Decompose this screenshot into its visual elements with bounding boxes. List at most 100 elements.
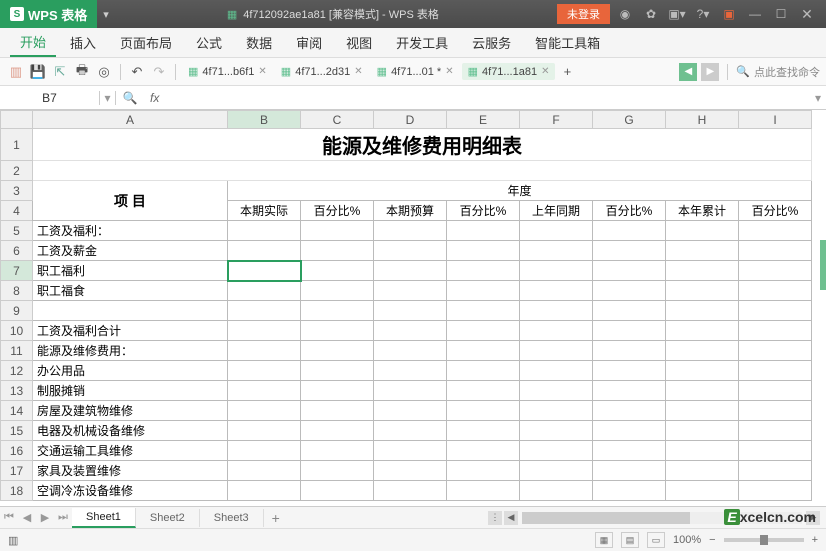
- sheet-tab[interactable]: Sheet1: [72, 508, 136, 528]
- row-header[interactable]: 2: [1, 161, 33, 181]
- tab-close-icon[interactable]: ✕: [445, 66, 453, 77]
- preview-icon[interactable]: ◎: [94, 62, 114, 82]
- close-button[interactable]: ✕: [796, 4, 818, 24]
- sheet-nav-first-icon[interactable]: ⏮: [0, 511, 18, 524]
- data-cell[interactable]: 工资及福利：: [33, 221, 228, 241]
- menu-data[interactable]: 数据: [236, 29, 282, 56]
- doc-tab-3[interactable]: ▦4f71...01 *✕: [371, 63, 460, 80]
- row-header[interactable]: 3: [1, 181, 33, 201]
- col-label[interactable]: 本期预算: [374, 201, 447, 221]
- new-icon[interactable]: ▥: [6, 62, 26, 82]
- add-sheet-icon[interactable]: +: [264, 510, 288, 526]
- tab-close-icon[interactable]: ✕: [541, 66, 549, 77]
- col-label[interactable]: 百分比%: [301, 201, 374, 221]
- login-button[interactable]: 未登录: [557, 4, 610, 24]
- spreadsheet-grid[interactable]: A B C D E F G H I 1能源及维修费用明细表 2 3项 目年度 4…: [0, 110, 826, 506]
- fx-label[interactable]: fx: [144, 91, 165, 105]
- zoom-slider[interactable]: [724, 538, 804, 542]
- row-header[interactable]: 7: [1, 261, 33, 281]
- data-cell[interactable]: [33, 301, 228, 321]
- sheet-tab[interactable]: Sheet2: [136, 509, 200, 527]
- fx-search-icon[interactable]: 🔍: [116, 91, 144, 105]
- name-box[interactable]: B7: [0, 91, 100, 105]
- reading-view-icon[interactable]: ▭: [647, 532, 665, 548]
- row-header[interactable]: 11: [1, 341, 33, 361]
- col-label[interactable]: 上年同期: [520, 201, 593, 221]
- col-label[interactable]: 本年累计: [666, 201, 739, 221]
- row-header[interactable]: 14: [1, 401, 33, 421]
- menu-cloud[interactable]: 云服务: [462, 29, 521, 56]
- menu-dev[interactable]: 开发工具: [386, 29, 458, 56]
- col-header[interactable]: C: [301, 111, 374, 129]
- title-cell[interactable]: 能源及维修费用明细表: [33, 129, 812, 161]
- undo-icon[interactable]: ↶: [127, 62, 147, 82]
- col-label[interactable]: 百分比%: [447, 201, 520, 221]
- minimize-button[interactable]: —: [744, 4, 766, 24]
- zoom-out-icon[interactable]: −: [709, 534, 715, 546]
- data-cell[interactable]: 空调冷冻设备维修: [33, 481, 228, 501]
- row-header[interactable]: 18: [1, 481, 33, 501]
- row-header[interactable]: 12: [1, 361, 33, 381]
- menu-smart[interactable]: 智能工具箱: [525, 29, 610, 56]
- doc-map-icon[interactable]: ▥: [8, 534, 18, 547]
- command-search[interactable]: 🔍点此查找命令: [736, 64, 820, 80]
- data-cell[interactable]: 制服摊销: [33, 381, 228, 401]
- row-header[interactable]: 10: [1, 321, 33, 341]
- col-header[interactable]: H: [666, 111, 739, 129]
- row-header[interactable]: 17: [1, 461, 33, 481]
- maximize-button[interactable]: ☐: [770, 4, 792, 24]
- sheet-nav-prev-icon[interactable]: ◀: [18, 511, 36, 524]
- feedback-icon[interactable]: ▣: [718, 4, 740, 24]
- settings-icon[interactable]: ✿: [640, 4, 662, 24]
- row-header[interactable]: 4: [1, 201, 33, 221]
- row-header[interactable]: 8: [1, 281, 33, 301]
- col-label[interactable]: 百分比%: [593, 201, 666, 221]
- row-header[interactable]: 9: [1, 301, 33, 321]
- tab-nav-left-icon[interactable]: ◀: [679, 63, 697, 81]
- row-header[interactable]: 13: [1, 381, 33, 401]
- data-cell[interactable]: 工资及薪金: [33, 241, 228, 261]
- tab-close-icon[interactable]: ✕: [258, 66, 266, 77]
- name-box-dropdown-icon[interactable]: ▾: [100, 91, 116, 105]
- select-all-corner[interactable]: [1, 111, 33, 129]
- data-cell[interactable]: 办公用品: [33, 361, 228, 381]
- zoom-thumb[interactable]: [760, 535, 768, 545]
- data-cell[interactable]: 房屋及建筑物维修: [33, 401, 228, 421]
- data-cell[interactable]: 家具及装置维修: [33, 461, 228, 481]
- data-cell[interactable]: 工资及福利合计: [33, 321, 228, 341]
- tab-close-icon[interactable]: ✕: [354, 66, 362, 77]
- hscroll-left-icon[interactable]: ◀: [504, 511, 518, 525]
- menu-view[interactable]: 视图: [336, 29, 382, 56]
- help-icon[interactable]: ?▾: [692, 4, 714, 24]
- print-icon[interactable]: 🖶: [72, 62, 92, 82]
- col-header[interactable]: F: [520, 111, 593, 129]
- col-header[interactable]: A: [33, 111, 228, 129]
- zoom-level[interactable]: 100%: [673, 534, 701, 546]
- redo-icon[interactable]: ↷: [149, 62, 169, 82]
- menu-review[interactable]: 审阅: [286, 29, 332, 56]
- row-header[interactable]: 6: [1, 241, 33, 261]
- page-view-icon[interactable]: ▤: [621, 532, 639, 548]
- menu-formula[interactable]: 公式: [186, 29, 232, 56]
- formula-input[interactable]: [165, 90, 810, 105]
- app-logo[interactable]: S WPS 表格: [0, 0, 97, 28]
- vertical-scrollbar[interactable]: [820, 240, 826, 290]
- row-header[interactable]: 1: [1, 129, 33, 161]
- doc-tab-2[interactable]: ▦4f71...2d31✕: [275, 63, 369, 80]
- sheet-tab[interactable]: Sheet3: [200, 509, 264, 527]
- col-header[interactable]: E: [447, 111, 520, 129]
- add-tab-icon[interactable]: +: [557, 62, 577, 82]
- row-header[interactable]: 16: [1, 441, 33, 461]
- zoom-in-icon[interactable]: +: [812, 534, 818, 546]
- selected-cell[interactable]: [228, 261, 301, 281]
- col-header[interactable]: G: [593, 111, 666, 129]
- sheet-nav-next-icon[interactable]: ▶: [36, 511, 54, 524]
- menu-start[interactable]: 开始: [10, 28, 56, 57]
- year-header[interactable]: 年度: [228, 181, 812, 201]
- col-header[interactable]: D: [374, 111, 447, 129]
- menu-insert[interactable]: 插入: [60, 29, 106, 56]
- data-cell[interactable]: 交通运输工具维修: [33, 441, 228, 461]
- sheet-nav-last-icon[interactable]: ⏭: [54, 511, 72, 524]
- col-label[interactable]: 本期实际: [228, 201, 301, 221]
- doc-tab-1[interactable]: ▦4f71...b6f1✕: [182, 63, 273, 80]
